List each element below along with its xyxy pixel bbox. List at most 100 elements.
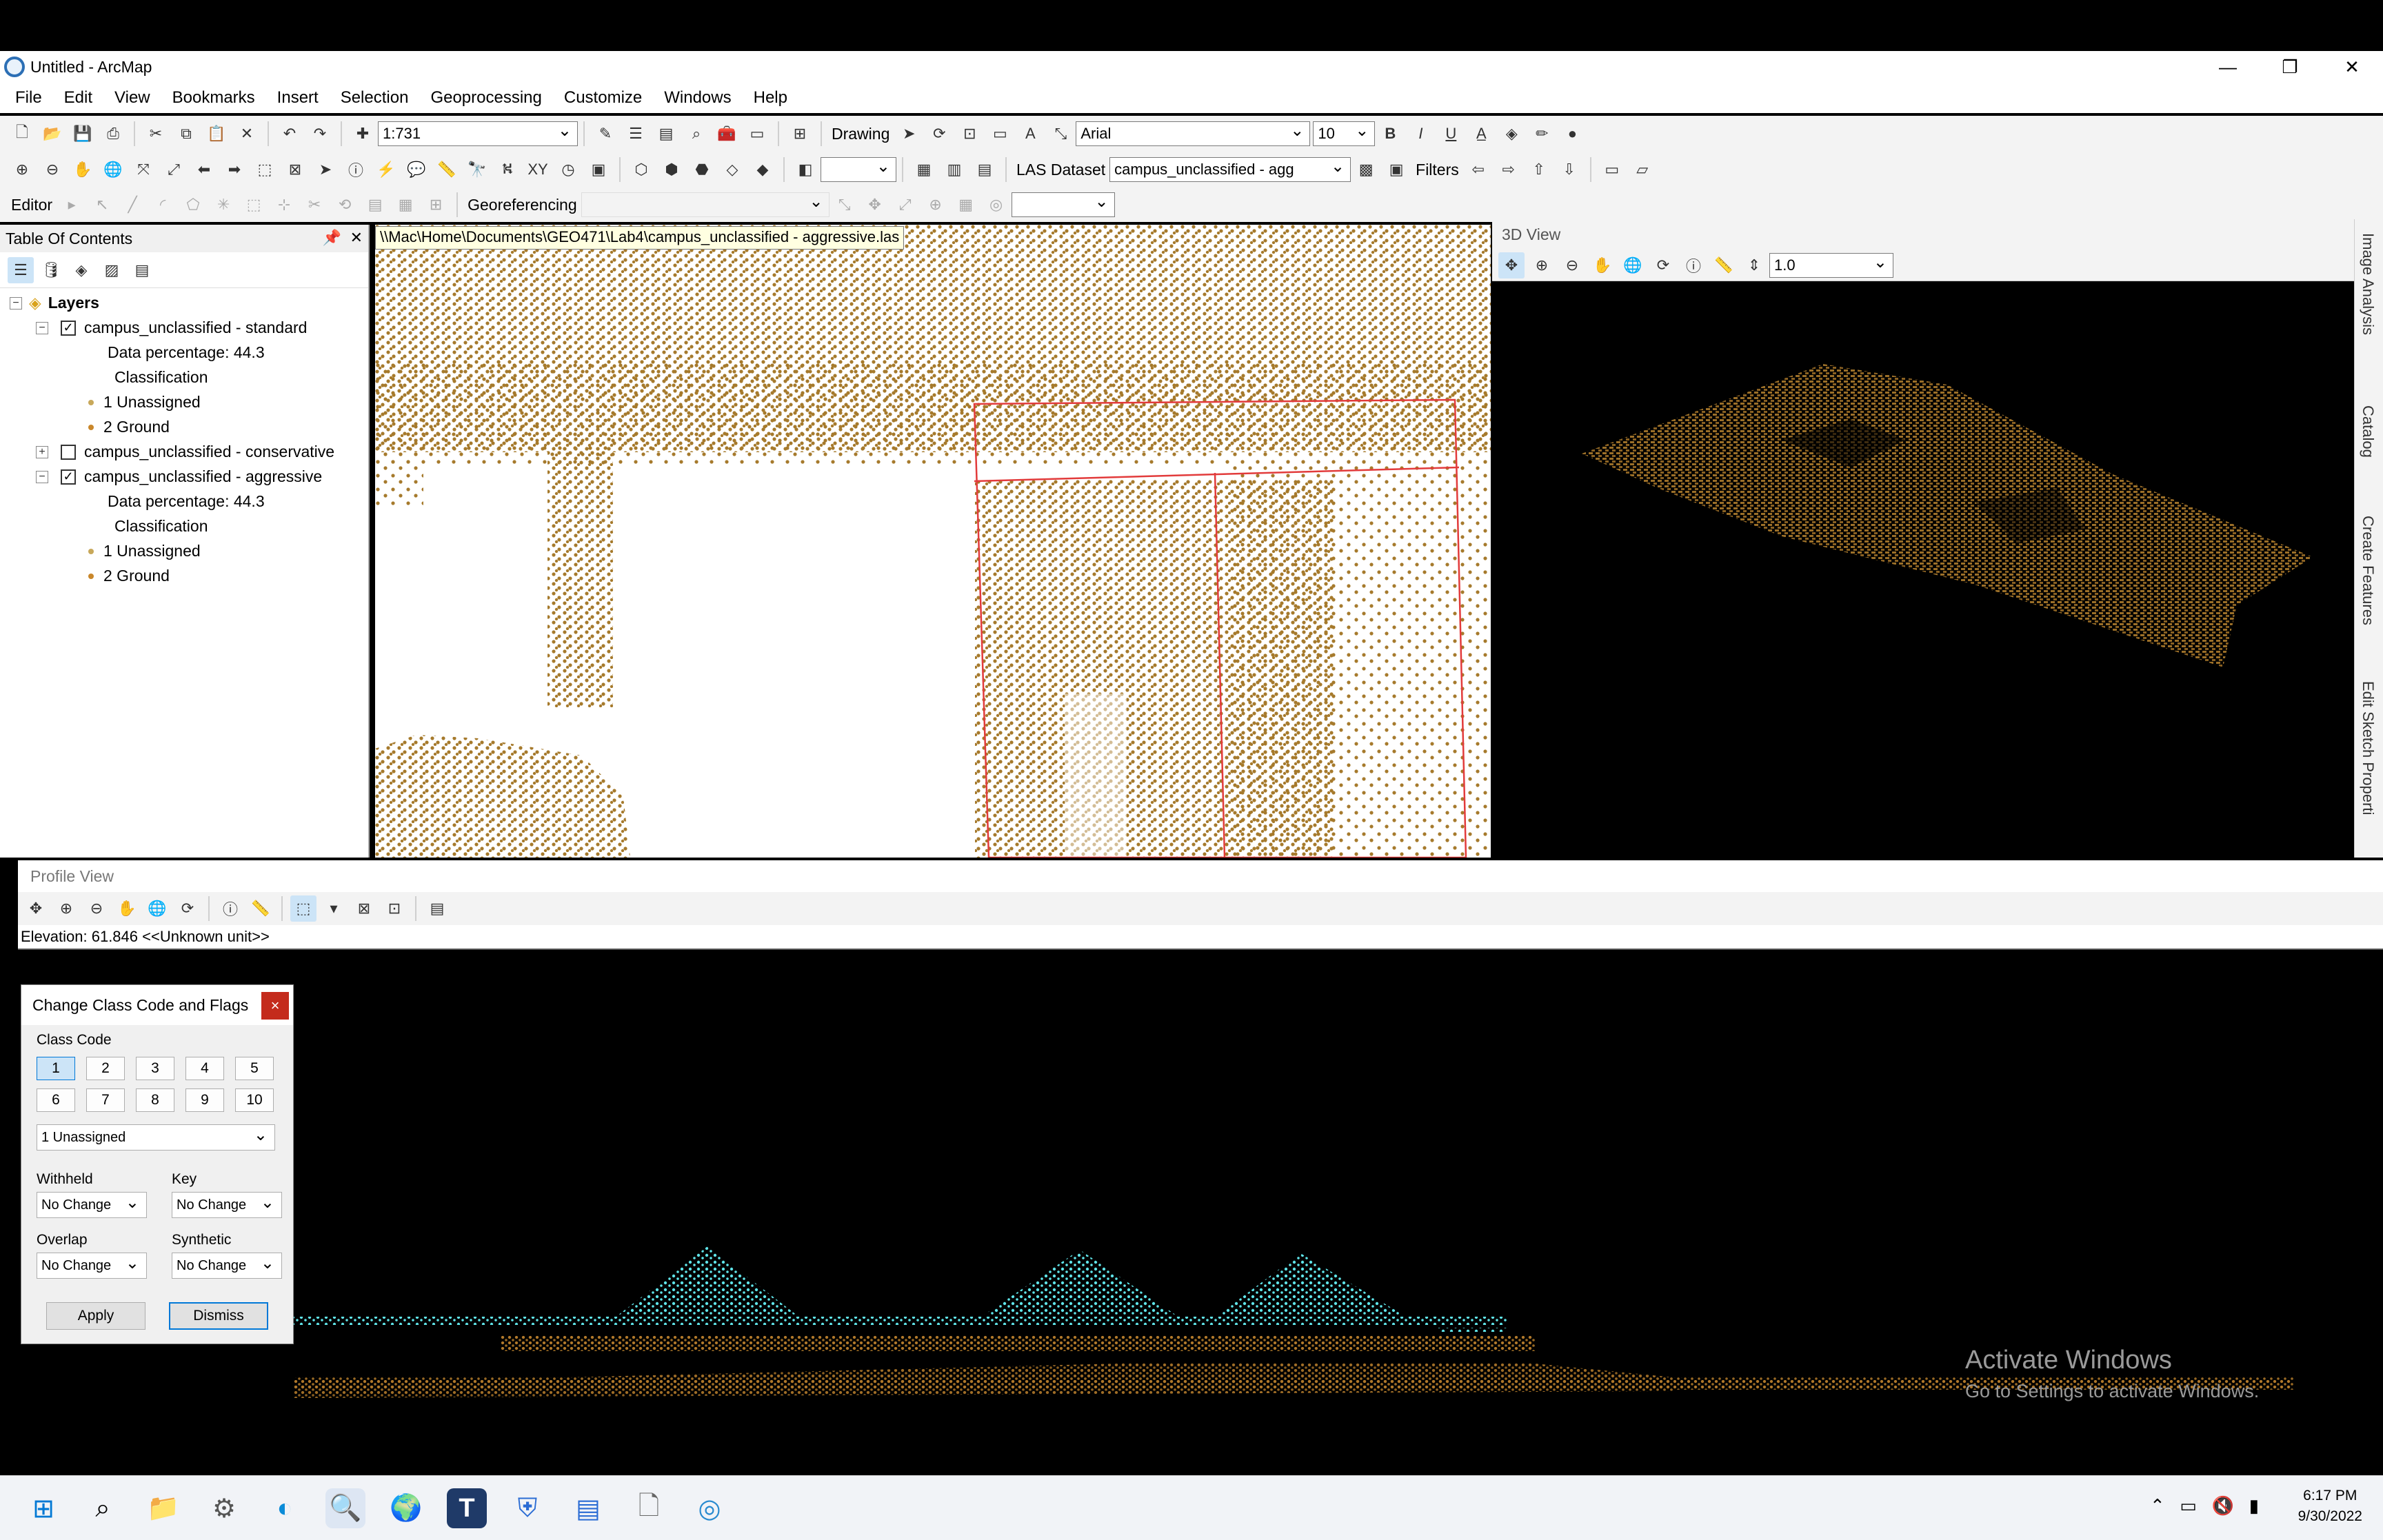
editor-toolbar-icon[interactable]: ✎ — [592, 121, 619, 147]
layout-view-icon[interactable]: ▱ — [1629, 156, 1656, 183]
text-editor-icon[interactable]: T — [447, 1488, 487, 1528]
toc-layer-conservative[interactable]: + campus_unclassified - conservative — [36, 443, 334, 461]
class-code-button-6[interactable]: 6 — [37, 1088, 75, 1112]
straight-segment-icon[interactable]: ╱ — [119, 192, 145, 218]
down-icon[interactable]: ⇩ — [1556, 156, 1582, 183]
zoom-to-selection-icon[interactable]: ⊡ — [381, 895, 408, 922]
measure-icon[interactable]: 📏 — [1711, 252, 1737, 278]
full-extent-icon[interactable]: 🌐 — [144, 895, 170, 922]
add-control-points-icon[interactable]: ⊕ — [923, 192, 949, 218]
menu-help[interactable]: Help — [754, 88, 787, 108]
measure-icon[interactable]: 📏 — [248, 895, 274, 922]
layout-icon-3[interactable]: ▤ — [972, 156, 998, 183]
undo-icon[interactable]: ↶ — [276, 121, 303, 147]
search-window-icon[interactable]: ⌕ — [683, 121, 710, 147]
text-icon[interactable]: A — [1017, 121, 1043, 147]
class-code-button-8[interactable]: 8 — [136, 1088, 174, 1112]
view-link-table-icon[interactable]: ▦ — [953, 192, 979, 218]
class-code-button-4[interactable]: 4 — [185, 1057, 224, 1080]
back-icon[interactable]: ⬅ — [191, 156, 217, 183]
collapse-icon[interactable]: − — [36, 321, 48, 334]
clear-selection-icon[interactable]: ⊠ — [351, 895, 377, 922]
layout-icon-1[interactable]: ▦ — [911, 156, 937, 183]
synthetic-select[interactable]: No Change — [172, 1253, 282, 1279]
refresh-icon[interactable]: ⟳ — [1650, 252, 1676, 278]
go-to-xy-icon[interactable]: XY — [525, 156, 551, 183]
toc-options-icon[interactable]: ▤ — [129, 257, 155, 283]
toc-layer-standard[interactable]: − ✓ campus_unclassified - standard — [36, 318, 307, 337]
georeferencing-menu[interactable]: Georeferencing — [467, 196, 577, 214]
close-button[interactable]: ✕ — [2321, 51, 2383, 83]
zoom-in-icon[interactable]: ⊕ — [9, 156, 35, 183]
menu-selection[interactable]: Selection — [341, 88, 409, 108]
search-icon[interactable]: ⌕ — [83, 1488, 123, 1528]
redo-icon[interactable]: ↷ — [307, 121, 333, 147]
options-icon[interactable]: ▤ — [424, 895, 450, 922]
surface-symbology-icon[interactable]: ▣ — [1383, 156, 1409, 183]
menu-customize[interactable]: Customize — [564, 88, 642, 108]
exaggeration-combo[interactable]: 1.0 — [1769, 252, 1893, 278]
class-code-button-10[interactable]: 10 — [235, 1088, 274, 1112]
editor-menu[interactable]: Editor — [11, 196, 52, 214]
zoom-in-icon[interactable]: ⊕ — [53, 895, 79, 922]
3d-view-icon[interactable]: ⇨ — [1496, 156, 1522, 183]
arcgis-pro-icon[interactable]: ◎ — [690, 1488, 730, 1528]
navigate-icon[interactable]: ✥ — [1498, 252, 1525, 278]
html-popup-icon[interactable]: 💬 — [403, 156, 430, 183]
tab-image-analysis[interactable]: Image Analysis — [2359, 233, 2377, 335]
layers-root[interactable]: − ◈ Layers — [10, 294, 99, 312]
class-code-button-7[interactable]: 7 — [86, 1088, 125, 1112]
rotate-georef-icon[interactable]: ⤡ — [832, 192, 858, 218]
toc-window-icon[interactable]: ☰ — [623, 121, 649, 147]
open-icon[interactable]: 📂 — [39, 121, 66, 147]
tab-catalog[interactable]: Catalog — [2359, 405, 2377, 458]
full-extent-icon[interactable]: 🌐 — [100, 156, 126, 183]
sketch-properties-icon[interactable]: ▦ — [392, 192, 419, 218]
delete-icon[interactable]: ✕ — [234, 121, 260, 147]
pan-icon[interactable]: ✋ — [70, 156, 96, 183]
up-icon[interactable]: ⇧ — [1526, 156, 1552, 183]
edit-annotation-icon[interactable]: ↖ — [89, 192, 115, 218]
full-extent-icon[interactable]: 🌐 — [1620, 252, 1646, 278]
layer-visibility-checkbox[interactable] — [61, 444, 76, 460]
topology-icon-1[interactable]: ⬡ — [628, 156, 654, 183]
python-window-icon[interactable]: ▭ — [744, 121, 770, 147]
point-symbology-icon[interactable]: ▩ — [1353, 156, 1379, 183]
drawing-menu[interactable]: Drawing — [832, 125, 889, 143]
model-builder-icon[interactable]: ⊞ — [787, 121, 813, 147]
settings-icon[interactable]: ⚙ — [204, 1488, 244, 1528]
dismiss-button[interactable]: Dismiss — [169, 1302, 268, 1330]
list-by-visibility-icon[interactable]: ◈ — [68, 257, 94, 283]
identify-icon[interactable]: ⓘ — [217, 895, 243, 922]
transparency-combo[interactable] — [821, 156, 896, 182]
filters-menu[interactable]: Filters — [1416, 161, 1459, 179]
zoom-out-icon[interactable]: ⊖ — [83, 895, 110, 922]
zoom-out-icon[interactable]: ⊖ — [39, 156, 66, 183]
navigate-icon[interactable]: ✥ — [23, 895, 49, 922]
select-dropdown-icon[interactable]: ▾ — [321, 895, 347, 922]
las-layer-combo[interactable]: campus_unclassified - agg — [1109, 156, 1351, 182]
class-code-button-2[interactable]: 2 — [86, 1057, 125, 1080]
topology-icon-3[interactable]: ⬣ — [689, 156, 715, 183]
paste-icon[interactable]: 📋 — [203, 121, 230, 147]
trace-icon[interactable]: ⬠ — [180, 192, 206, 218]
menu-windows[interactable]: Windows — [664, 88, 731, 108]
marker-color-icon[interactable]: ● — [1559, 121, 1585, 147]
edge-icon[interactable]: ◐ — [265, 1488, 305, 1528]
font-color-icon[interactable]: A̲ — [1468, 121, 1494, 147]
refresh-icon[interactable]: ⟳ — [174, 895, 201, 922]
withheld-select[interactable]: No Change — [37, 1192, 147, 1218]
underline-button[interactable]: U — [1438, 121, 1464, 147]
system-tray-icons[interactable]: ⌃ ▭ 🔇 ▮ — [2150, 1495, 2259, 1517]
menu-edit[interactable]: Edit — [64, 88, 92, 108]
select-features-icon[interactable]: ⬚ — [252, 156, 278, 183]
clock[interactable]: 6:17 PM 9/30/2022 — [2298, 1486, 2362, 1527]
class-code-button-1[interactable]: 1 — [37, 1057, 75, 1080]
bold-button[interactable]: B — [1377, 121, 1403, 147]
new-document-icon[interactable]: 🗋 — [9, 121, 35, 147]
topology-icon-5[interactable]: ◆ — [750, 156, 776, 183]
layer-effects-icon[interactable]: ◧ — [792, 156, 818, 183]
minimize-button[interactable]: — — [2197, 51, 2259, 83]
zoom-out-icon[interactable]: ⊖ — [1559, 252, 1585, 278]
vertical-exaggeration-icon[interactable]: ⇕ — [1741, 252, 1767, 278]
